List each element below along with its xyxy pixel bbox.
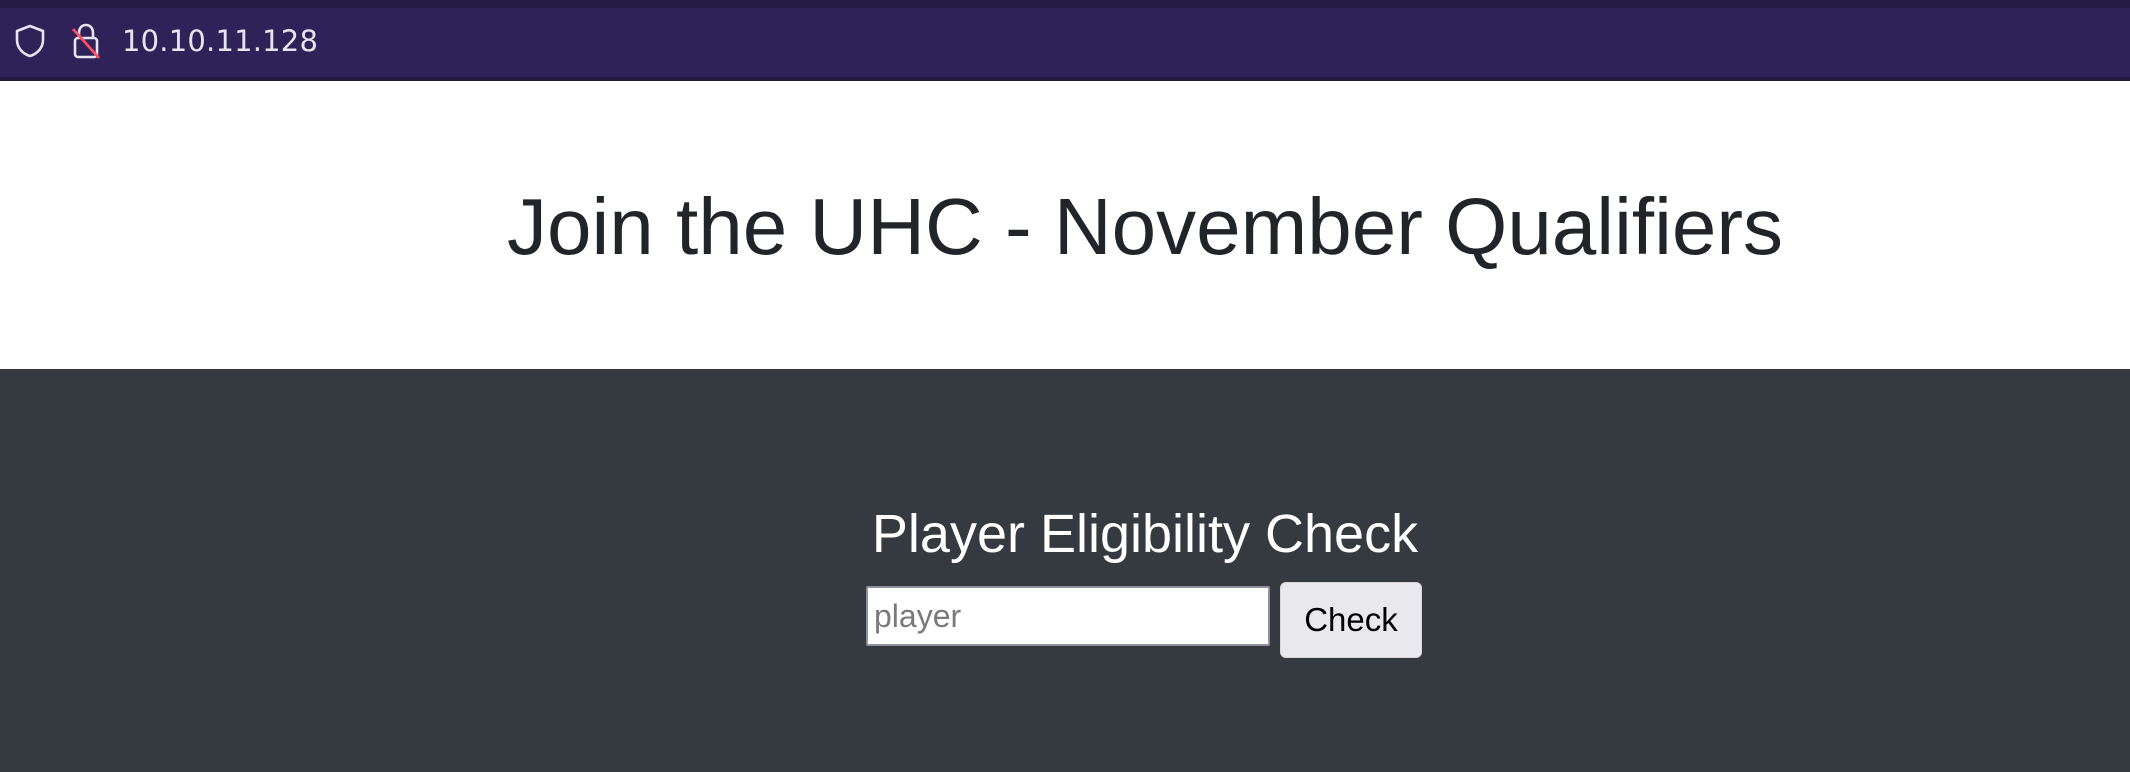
url-text[interactable]: 10.10.11.128 <box>122 24 318 58</box>
player-input[interactable] <box>866 586 1270 646</box>
eligibility-check-section: Player Eligibility Check Check <box>0 369 2130 772</box>
check-button[interactable]: Check <box>1280 582 1422 658</box>
eligibility-heading: Player Eligibility Check <box>871 504 1419 564</box>
hero-section: Join the UHC - November Qualifiers <box>0 81 2130 369</box>
shield-icon[interactable] <box>14 24 46 58</box>
insecure-lock-icon[interactable] <box>70 22 102 60</box>
browser-url-bar[interactable]: 10.10.11.128 <box>0 0 2130 81</box>
page-title: Join the UHC - November Qualifiers <box>507 182 1783 271</box>
